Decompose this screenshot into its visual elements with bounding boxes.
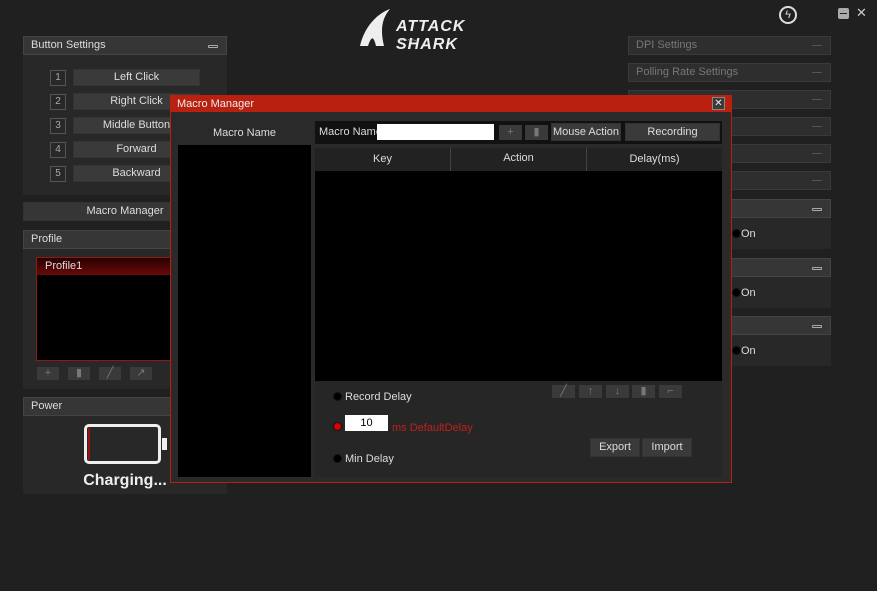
min-delay-radio[interactable] (333, 454, 342, 463)
move-up-icon[interactable]: ↑ (579, 385, 602, 398)
minimize-button[interactable] (838, 8, 849, 19)
clear-icon[interactable]: ⌐ (659, 385, 682, 398)
profile-title: Profile (31, 233, 63, 245)
default-delay-radio[interactable] (333, 422, 342, 431)
button-assign-1[interactable]: Left Click (73, 69, 200, 86)
button-settings-title: Button Settings (31, 39, 106, 51)
record-delay-radio[interactable] (333, 392, 342, 401)
add-profile-icon[interactable]: + (37, 367, 59, 380)
profile-list[interactable]: Profile1 (36, 257, 186, 361)
dialog-close-button[interactable]: ✕ (712, 97, 725, 110)
min-delay-label: Min Delay (345, 453, 394, 465)
import-button[interactable]: Import (642, 438, 692, 457)
macro-toolbar: Macro Name + ▮ Mouse Action Recording (315, 121, 722, 144)
close-button[interactable]: ✕ (856, 5, 867, 21)
on-label: On (741, 345, 756, 357)
column-action: Action (451, 148, 587, 171)
delete-macro-icon[interactable]: ▮ (525, 125, 548, 140)
column-key: Key (315, 148, 451, 171)
move-down-icon[interactable]: ↓ (606, 385, 629, 398)
on-radio[interactable] (732, 229, 741, 238)
record-delay-label: Record Delay (345, 391, 412, 403)
on-label: On (741, 228, 756, 240)
delete-profile-icon[interactable]: ▮ (68, 367, 90, 380)
export-button[interactable]: Export (590, 438, 640, 457)
dialog-titlebar: Macro Manager ✕ (171, 96, 731, 112)
button-number: 5 (50, 166, 66, 182)
dpi-settings-header[interactable]: DPI Settings (628, 36, 831, 55)
macro-list-header: Macro Name (178, 122, 311, 145)
polling-rate-header[interactable]: Polling Rate Settings (628, 63, 831, 82)
profile-item[interactable]: Profile1 (37, 258, 185, 275)
delay-settings: ╱ ↑ ↓ ▮ ⌐ Record Delay ms DefaultDelay M… (315, 381, 722, 477)
default-delay-input[interactable] (345, 415, 388, 431)
add-macro-icon[interactable]: + (499, 125, 522, 140)
export-profile-icon[interactable]: ↗ (130, 367, 152, 380)
button-number: 1 (50, 70, 66, 86)
edit-profile-icon[interactable]: ╱ (99, 367, 121, 380)
button-number: 3 (50, 118, 66, 134)
mouse-action-button[interactable]: Mouse Action (551, 123, 621, 141)
shark-fin-icon (360, 9, 390, 46)
table-header: Key Action Delay(ms) (315, 148, 722, 171)
logo-wave: ~~~~ (398, 36, 417, 45)
battery-icon (84, 424, 167, 464)
button-settings-header[interactable]: Button Settings (23, 36, 227, 55)
macro-list[interactable] (178, 145, 311, 477)
dialog-title: Macro Manager (177, 98, 255, 110)
lightning-icon[interactable]: ϟ (779, 6, 797, 24)
button-number: 2 (50, 94, 66, 110)
collapse-icon[interactable] (208, 45, 218, 48)
macro-manager-dialog: Macro Manager ✕ Macro Name Macro Name + … (170, 95, 732, 483)
column-delay: Delay(ms) (629, 153, 680, 165)
logo: ATTACK SHARK ~~~~ (358, 8, 528, 53)
dpi-settings-title: DPI Settings (636, 39, 698, 51)
macro-name-input[interactable] (377, 124, 494, 140)
power-title: Power (31, 400, 63, 412)
on-radio[interactable] (732, 346, 741, 355)
edit-step-icon[interactable]: ╱ (552, 385, 575, 398)
macro-name-label: Macro Name (319, 126, 382, 138)
on-radio[interactable] (732, 288, 741, 297)
default-delay-label: ms DefaultDelay (392, 422, 473, 434)
button-number: 4 (50, 142, 66, 158)
delete-step-icon[interactable]: ▮ (632, 385, 655, 398)
macro-table: Key Action Delay(ms) (315, 148, 722, 381)
recording-button[interactable]: Recording (625, 123, 720, 141)
on-label: On (741, 287, 756, 299)
polling-rate-title: Polling Rate Settings (636, 66, 739, 78)
